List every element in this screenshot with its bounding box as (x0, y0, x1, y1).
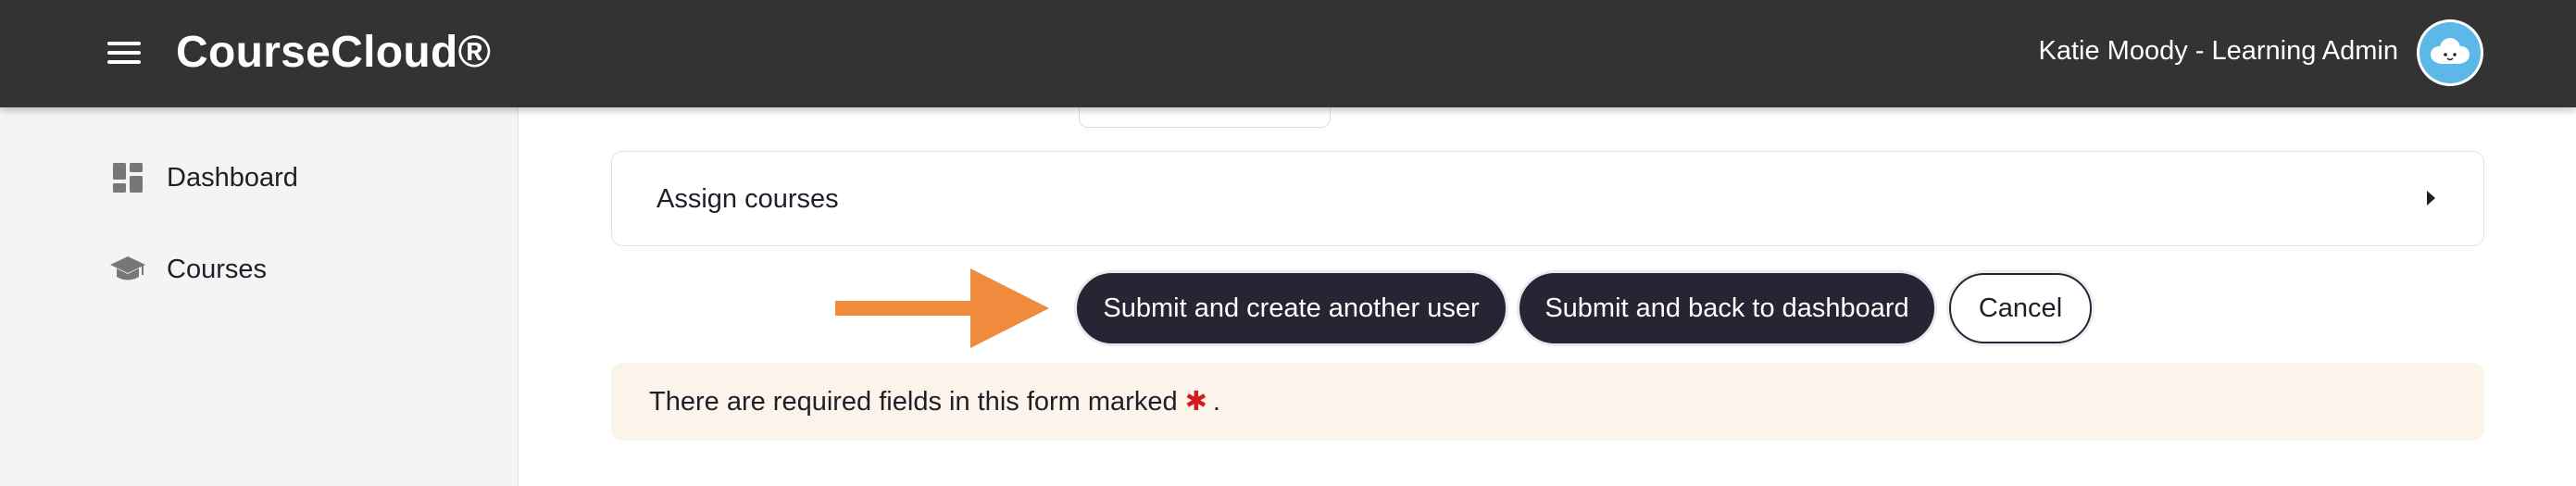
sidebar-item-label: Dashboard (167, 162, 298, 193)
assign-courses-section[interactable]: Assign courses (611, 151, 2484, 246)
menu-line (107, 42, 141, 45)
notice-text-line: There are required fields in this form m… (649, 385, 1220, 418)
user-name[interactable]: Katie Moody - Learning Admin (2039, 35, 2399, 67)
top-header: CourseCloud® Katie Moody - Learning Admi… (0, 0, 2576, 107)
avatar-image (2417, 19, 2483, 86)
cancel-button[interactable]: Cancel (1949, 273, 2092, 343)
notice-message: There are required fields in this form m… (649, 387, 1178, 417)
assign-courses-title: Assign courses (657, 184, 839, 214)
sidebar: Dashboard Courses (0, 107, 519, 486)
cloud-avatar-icon[interactable] (2417, 19, 2483, 86)
submit-create-another-button[interactable]: Submit and create another user (1077, 273, 1506, 343)
menu-line (107, 51, 141, 55)
sidebar-item-courses[interactable]: Courses (109, 246, 267, 293)
annotation-arrow-icon (835, 268, 1049, 348)
menu-line (107, 60, 141, 64)
graduation-cap-icon (109, 251, 146, 288)
hamburger-menu-icon[interactable] (107, 39, 143, 67)
submit-back-to-dashboard-button[interactable]: Submit and back to dashboard (1519, 273, 1934, 343)
dashboard-grid-icon (109, 159, 146, 196)
brand-logo[interactable]: CourseCloud® (176, 28, 491, 78)
required-asterisk-icon: ✱ (1184, 387, 1207, 417)
sidebar-item-dashboard[interactable]: Dashboard (109, 155, 298, 201)
caret-right-icon (2427, 191, 2435, 206)
notice-period: . (1212, 387, 1220, 417)
sidebar-item-label: Courses (167, 254, 267, 284)
required-fields-notice: There are required fields in this form m… (611, 363, 2484, 441)
